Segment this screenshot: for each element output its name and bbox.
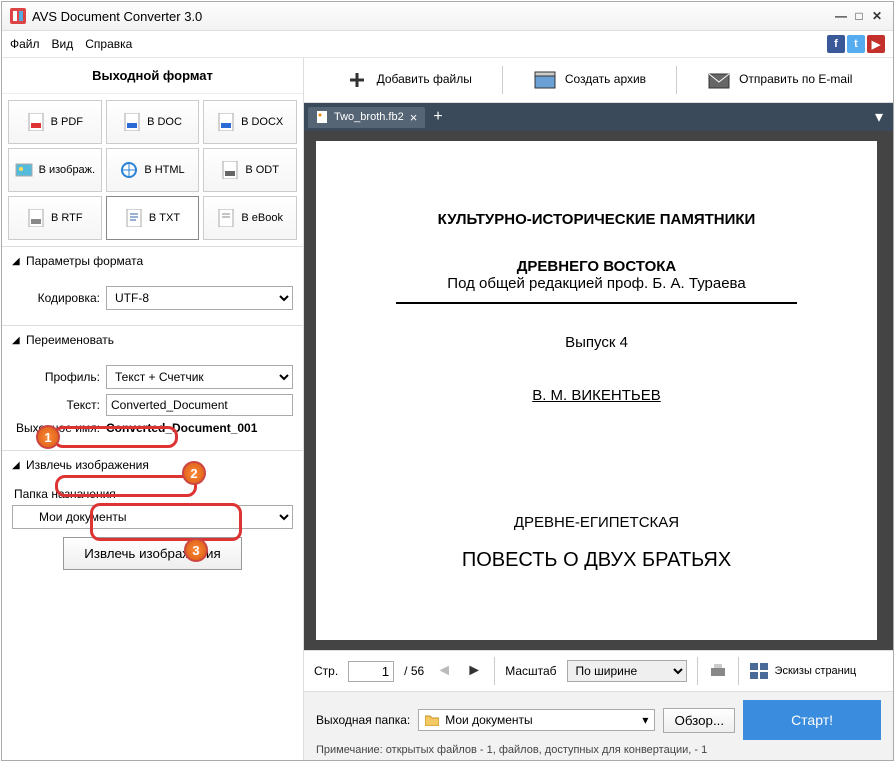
format-rtf[interactable]: В RTF — [8, 196, 102, 240]
section-format-params[interactable]: ◢Параметры формата — [2, 247, 303, 275]
output-format-header: Выходной формат — [2, 58, 303, 94]
page-total: / 56 — [404, 664, 424, 678]
profile-select[interactable]: Текст + Счетчик — [106, 365, 293, 389]
plus-icon — [345, 70, 369, 90]
outname-label: Выходное имя: — [12, 421, 100, 435]
preview-area: КУЛЬТУРНО-ИСТОРИЧЕСКИЕ ПАМЯТНИКИ ДРЕВНЕГ… — [304, 131, 893, 650]
separator — [494, 657, 495, 685]
pdf-icon — [27, 113, 45, 131]
titlebar: AVS Document Converter 3.0 — □ ✕ — [2, 2, 893, 31]
tab-strip: Two_broth.fb2 × + ▾ — [304, 103, 893, 131]
separator — [697, 657, 698, 685]
page-navigation: Стр. / 56 ◄ ► Масштаб По ширине Эскизы с… — [304, 650, 893, 691]
facebook-icon[interactable]: f — [827, 35, 845, 53]
minimize-button[interactable]: — — [833, 9, 849, 23]
archive-icon — [533, 70, 557, 90]
fb2-icon — [316, 111, 328, 123]
zoom-label: Масштаб — [505, 664, 556, 678]
docx-icon — [217, 113, 235, 131]
odt-icon — [221, 161, 239, 179]
preview-title-2: ДРЕВНЕГО ВОСТОКА — [346, 258, 847, 275]
format-pdf[interactable]: В PDF — [8, 100, 102, 144]
output-folder-select[interactable]: Мои документы ▾ — [418, 709, 655, 731]
section-rename[interactable]: ◢Переименовать — [2, 326, 303, 354]
tab-add-button[interactable]: + — [425, 108, 450, 126]
prev-page-button[interactable]: ◄ — [434, 662, 454, 680]
window-title: AVS Document Converter 3.0 — [32, 9, 833, 24]
print-icon[interactable] — [708, 662, 728, 680]
menu-view[interactable]: Вид — [52, 37, 74, 51]
doc-icon — [123, 113, 141, 131]
dest-folder-select[interactable]: Мои документы — [12, 505, 293, 529]
bottom-bar: Выходная папка: Мои документы ▾ Обзор...… — [304, 691, 893, 760]
format-txt[interactable]: В TXT — [106, 196, 200, 240]
menu-file[interactable]: Файл — [10, 37, 40, 51]
encoding-label: Кодировка: — [12, 291, 100, 305]
add-files-button[interactable]: Добавить файлы — [335, 66, 482, 94]
folder-icon — [425, 714, 439, 726]
tab-close-icon[interactable]: × — [410, 111, 418, 124]
document-tab[interactable]: Two_broth.fb2 × — [308, 107, 425, 128]
caret-down-icon: ◢ — [12, 460, 26, 471]
separator — [738, 657, 739, 685]
create-archive-button[interactable]: Создать архив — [523, 66, 656, 94]
chevron-down-icon: ▾ — [642, 713, 648, 727]
format-html[interactable]: В HTML — [106, 148, 200, 192]
html-icon — [120, 161, 138, 179]
top-toolbar: Добавить файлы Создать архив Отправить п… — [304, 58, 893, 103]
maximize-button[interactable]: □ — [851, 9, 867, 23]
preview-author: В. М. ВИКЕНТЬЕВ — [346, 387, 847, 404]
send-email-button[interactable]: Отправить по E-mail — [697, 66, 862, 94]
format-ebook[interactable]: В eBook — [203, 196, 297, 240]
page-label: Стр. — [314, 664, 338, 678]
format-grid: В PDF В DOC В DOCX В изображ. В HTML В O… — [2, 94, 303, 246]
format-image[interactable]: В изображ. — [8, 148, 102, 192]
text-input[interactable] — [106, 394, 293, 416]
thumbnails-icon — [749, 662, 769, 680]
format-odt[interactable]: В ODT — [203, 148, 297, 192]
preview-subtitle: Под общей редакцией проф. Б. А. Тураева — [346, 275, 847, 292]
txt-icon — [125, 209, 143, 227]
start-button[interactable]: Старт! — [743, 700, 881, 740]
section-extract-images[interactable]: ◢Извлечь изображения — [2, 451, 303, 479]
rtf-icon — [27, 209, 45, 227]
tab-more-button[interactable]: ▾ — [869, 107, 889, 127]
email-icon — [707, 70, 731, 90]
preview-divider — [396, 302, 797, 304]
youtube-icon[interactable]: ▶ — [867, 35, 885, 53]
menu-help[interactable]: Справка — [85, 37, 132, 51]
extract-images-button[interactable]: Извлечь изображения — [63, 537, 241, 570]
profile-label: Профиль: — [12, 370, 100, 384]
document-preview[interactable]: КУЛЬТУРНО-ИСТОРИЧЕСКИЕ ПАМЯТНИКИ ДРЕВНЕГ… — [316, 141, 877, 640]
app-icon — [10, 8, 26, 24]
caret-down-icon: ◢ — [12, 256, 26, 267]
output-folder-label: Выходная папка: — [316, 713, 410, 727]
preview-story-line1: ДРЕВНЕ-ЕГИПЕТСКАЯ — [346, 514, 847, 531]
dest-folder-label: Папка назначения — [14, 487, 293, 501]
separator — [676, 66, 677, 94]
preview-title-1: КУЛЬТУРНО-ИСТОРИЧЕСКИЕ ПАМЯТНИКИ — [346, 211, 847, 228]
preview-story-line2: ПОВЕСТЬ О ДВУХ БРАТЬЯХ — [346, 549, 847, 572]
format-doc[interactable]: В DOC — [106, 100, 200, 144]
preview-issue: Выпуск 4 — [346, 334, 847, 351]
format-docx[interactable]: В DOCX — [203, 100, 297, 144]
next-page-button[interactable]: ► — [464, 662, 484, 680]
menubar: Файл Вид Справка f t ▶ — [2, 31, 893, 58]
close-button[interactable]: ✕ — [869, 9, 885, 23]
browse-button[interactable]: Обзор... — [663, 708, 735, 733]
outname-value: Converted_Document_001 — [106, 421, 293, 435]
page-input[interactable] — [348, 661, 394, 682]
text-label: Текст: — [12, 398, 100, 412]
zoom-select[interactable]: По ширине — [567, 660, 687, 682]
encoding-select[interactable]: UTF-8 — [106, 286, 293, 310]
twitter-icon[interactable]: t — [847, 35, 865, 53]
ebook-icon — [217, 209, 235, 227]
separator — [502, 66, 503, 94]
thumbnails-button[interactable]: Эскизы страниц — [749, 662, 857, 680]
left-panel: Выходной формат В PDF В DOC В DOCX В изо… — [2, 58, 304, 760]
caret-down-icon: ◢ — [12, 335, 26, 346]
image-icon — [15, 161, 33, 179]
status-note: Примечание: открытых файлов - 1, файлов,… — [316, 744, 881, 756]
